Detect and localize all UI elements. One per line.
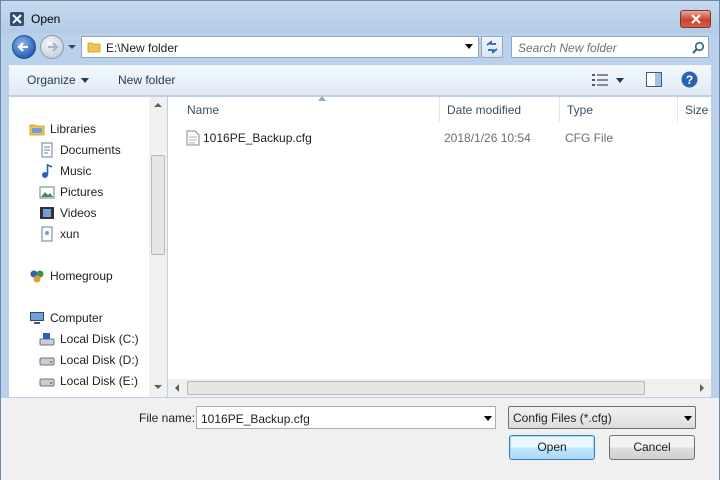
nav-label: Videos — [60, 206, 97, 220]
refresh-button[interactable] — [481, 36, 503, 58]
column-header-name[interactable]: Name — [180, 96, 440, 122]
chevron-down-icon — [684, 416, 692, 421]
user-folder-icon — [41, 226, 53, 242]
file-type: CFG File — [565, 131, 613, 145]
scroll-thumb[interactable] — [187, 381, 645, 395]
preview-pane-icon[interactable] — [646, 72, 662, 87]
chevron-down-icon[interactable] — [484, 416, 492, 421]
view-details-icon[interactable] — [592, 74, 608, 86]
file-list: Name Date modified Type Size 1016PE_Back… — [168, 96, 711, 397]
drive-icon — [39, 378, 55, 387]
search-box[interactable]: Search New folder — [511, 36, 709, 58]
window-title: Open — [31, 12, 61, 26]
close-icon — [691, 14, 701, 24]
address-path: E:\New folder — [106, 41, 179, 55]
search-icon[interactable] — [692, 41, 705, 54]
file-name-value: 1016PE_Backup.cfg — [201, 412, 310, 426]
arrow-right-icon — [48, 42, 59, 52]
scroll-left-icon[interactable] — [175, 384, 179, 392]
cancel-button[interactable]: Cancel — [609, 435, 695, 460]
arrow-left-icon — [17, 42, 28, 52]
nav-label: Computer — [50, 311, 103, 325]
file-type-select[interactable]: Config Files (*.cfg) — [508, 406, 696, 429]
close-button[interactable] — [680, 10, 711, 28]
nav-label: Local Disk (D:) — [60, 353, 139, 367]
file-name-label: File name: — [139, 411, 196, 425]
nav-pane-scrollbar[interactable] — [149, 97, 167, 397]
back-button[interactable] — [12, 35, 36, 59]
help-icon[interactable]: ? — [681, 71, 698, 88]
system-drive-icon — [39, 333, 55, 346]
scroll-down-icon[interactable] — [154, 385, 162, 389]
nav-label: Local Disk (E:) — [60, 374, 139, 388]
open-dialog: Open E:\New folder Search New folder Org… — [0, 0, 720, 480]
address-bar[interactable]: E:\New folder — [81, 36, 479, 58]
navigation-bar: E:\New folder Search New folder — [1, 33, 719, 61]
file-type-value: Config Files (*.cfg) — [513, 411, 612, 425]
refresh-icon — [486, 40, 498, 54]
file-name: 1016PE_Backup.cfg — [203, 131, 312, 145]
column-header-size[interactable]: Size — [678, 97, 711, 122]
homegroup-icon — [30, 270, 44, 283]
navigation-pane: Libraries Documents Music Pictures Video… — [9, 97, 167, 397]
open-button[interactable]: Open — [509, 435, 595, 460]
search-input[interactable]: Search New folder — [518, 41, 617, 55]
nav-label: Homegroup — [50, 269, 113, 283]
nav-label: Music — [60, 164, 92, 178]
scroll-up-icon[interactable] — [154, 103, 162, 107]
column-header-type[interactable]: Type — [560, 97, 678, 122]
file-name-input[interactable]: 1016PE_Backup.cfg — [196, 406, 496, 429]
dialog-footer: File name: 1016PE_Backup.cfg Config File… — [1, 398, 719, 480]
tools-icon — [10, 12, 24, 26]
file-date: 2018/1/26 10:54 — [444, 131, 531, 145]
config-file-icon — [186, 130, 200, 146]
title-bar[interactable]: Open — [1, 1, 719, 33]
videos-icon — [40, 207, 54, 219]
nav-label: Pictures — [60, 185, 104, 199]
file-row[interactable]: 1016PE_Backup.cfg 2018/1/26 10:54 CFG Fi… — [168, 127, 711, 149]
documents-icon — [41, 142, 53, 158]
recent-locations-icon[interactable] — [67, 43, 77, 51]
folder-icon — [87, 42, 101, 53]
view-options-dropdown[interactable] — [616, 78, 624, 83]
chevron-down-icon[interactable] — [465, 44, 473, 50]
nav-label: Libraries — [50, 122, 97, 136]
drive-icon — [39, 357, 55, 366]
computer-icon — [30, 312, 44, 324]
new-folder-button[interactable]: New folder — [118, 73, 175, 87]
scroll-right-icon[interactable] — [700, 384, 704, 392]
organize-label: Organize — [27, 73, 76, 87]
nav-label: Local Disk (C:) — [60, 332, 139, 346]
pictures-icon — [39, 186, 55, 199]
nav-label: Documents — [60, 143, 121, 157]
command-toolbar: Organize New folder ? — [9, 65, 711, 96]
scroll-thumb[interactable] — [151, 155, 165, 255]
forward-button[interactable] — [40, 35, 64, 59]
libraries-icon — [29, 124, 45, 136]
svg-text:?: ? — [686, 73, 693, 87]
column-header-date[interactable]: Date modified — [440, 97, 560, 122]
chevron-down-icon — [80, 78, 89, 84]
file-list-hscrollbar[interactable] — [168, 379, 711, 397]
organize-button[interactable]: Organize — [27, 73, 89, 87]
nav-label: xun — [60, 227, 80, 241]
music-icon — [42, 163, 53, 178]
sort-ascending-icon — [318, 96, 326, 101]
